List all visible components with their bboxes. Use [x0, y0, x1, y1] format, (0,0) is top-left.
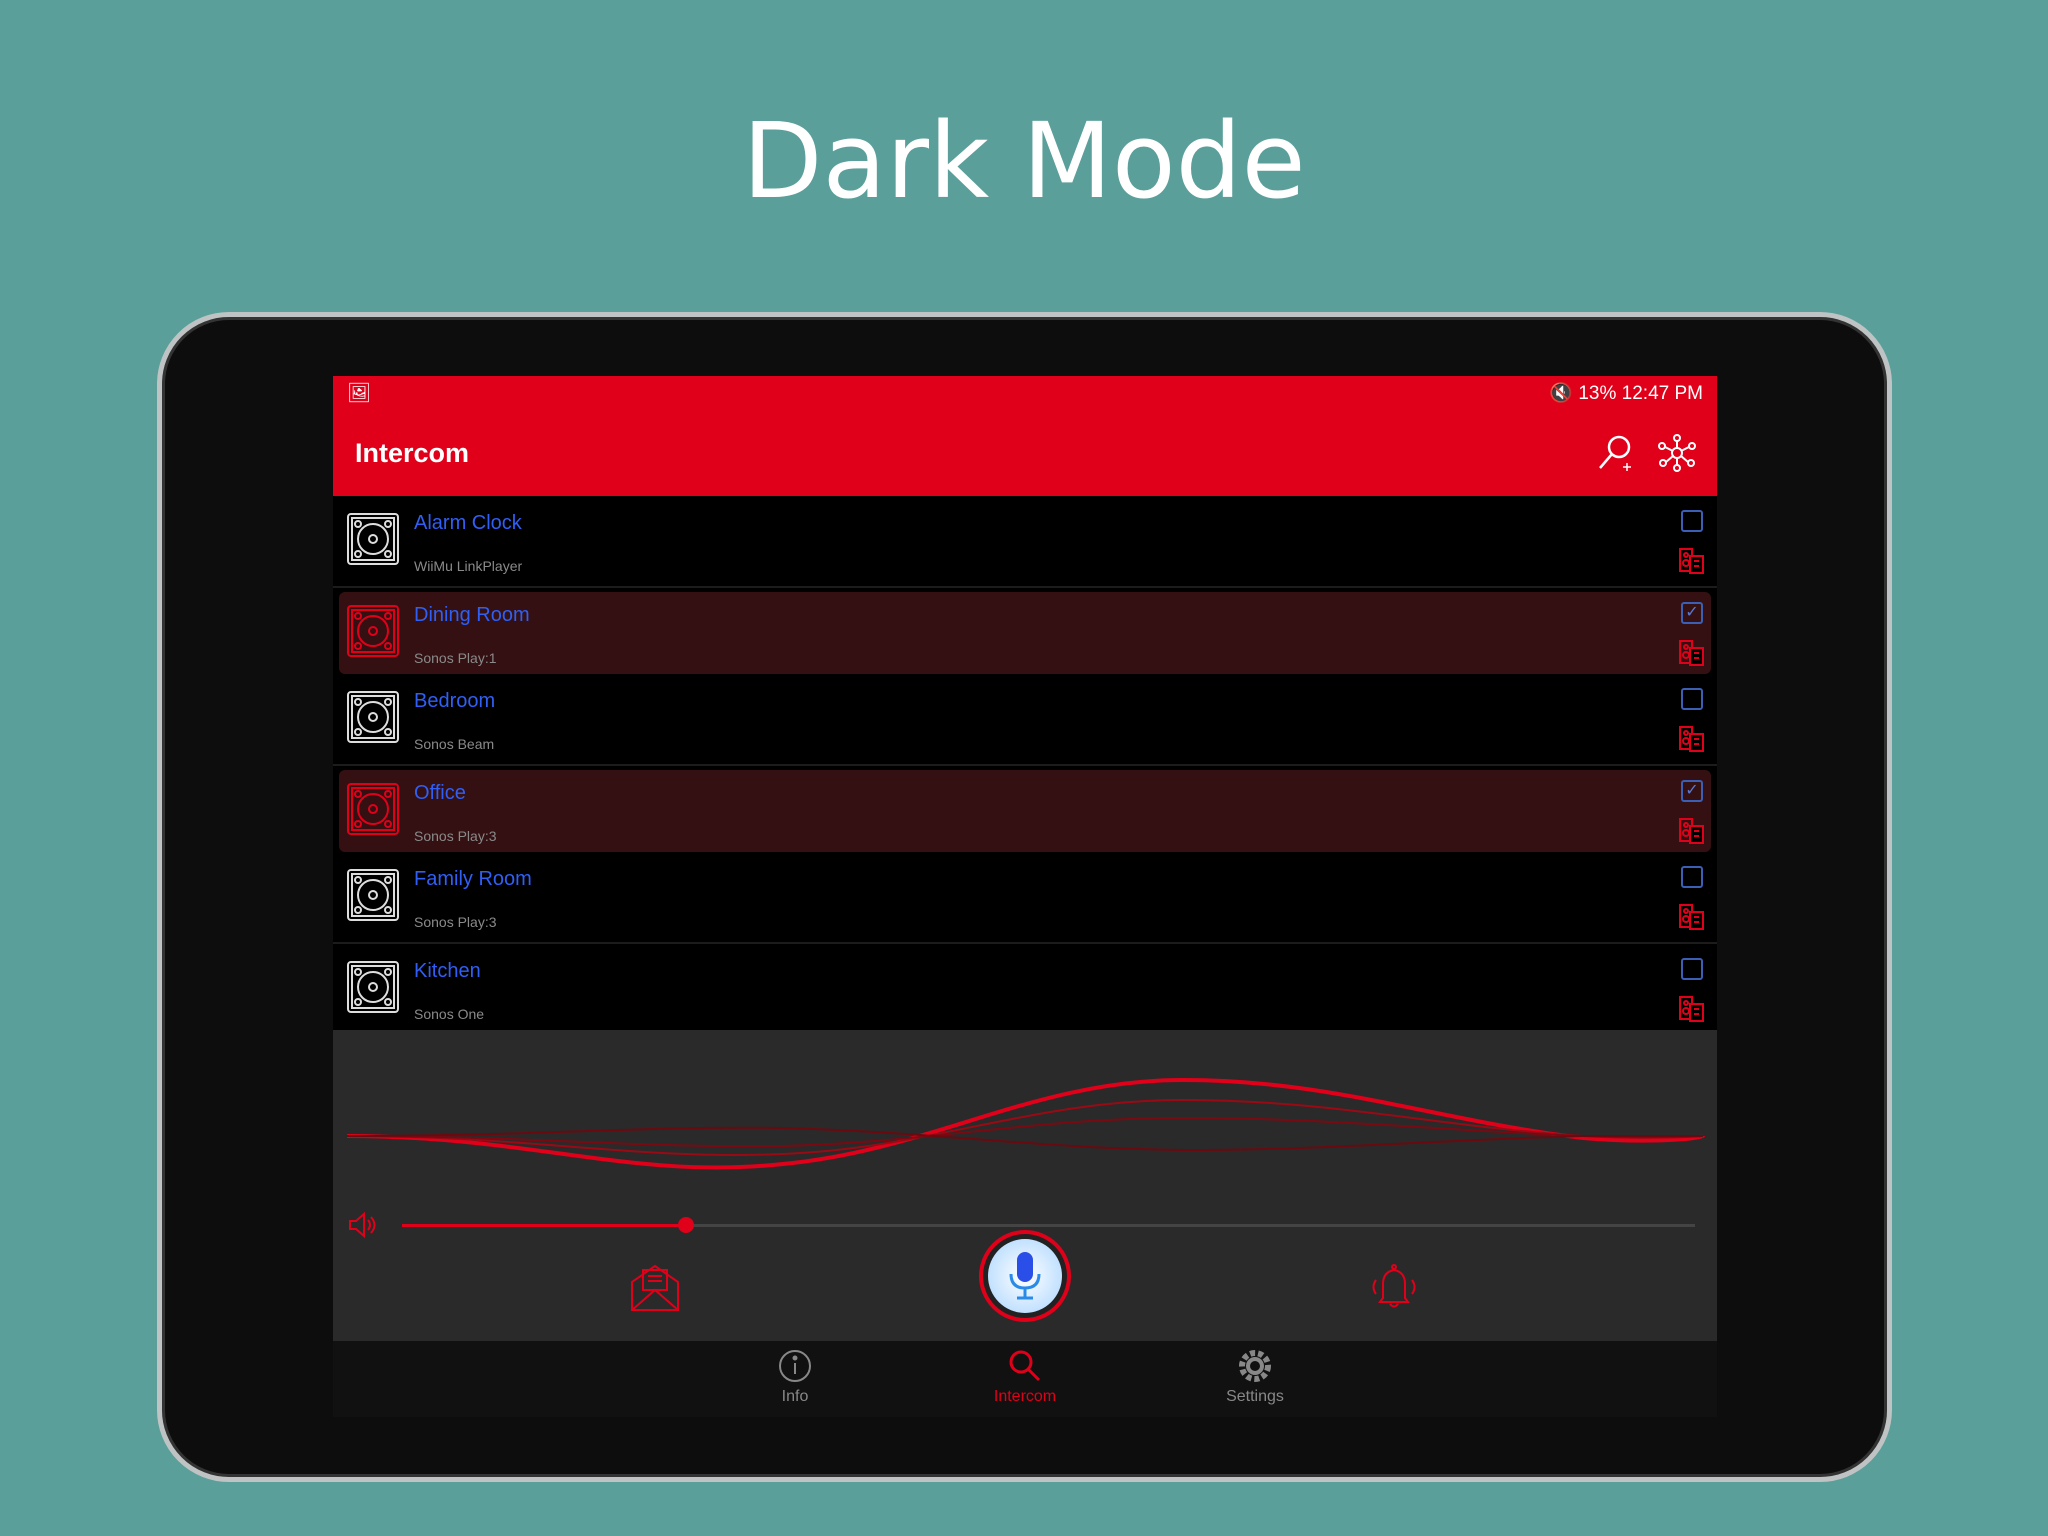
device-model: Sonos One [414, 1006, 485, 1022]
info-icon [778, 1349, 812, 1388]
image-notification-icon: 🖼 [347, 383, 372, 404]
device-name: Alarm Clock [414, 512, 522, 534]
app-screen: 🖼 🔇 13% 12:47 PM Intercom Alarm Clock Wi… [333, 376, 1717, 1417]
page-title: Intercom [355, 437, 470, 468]
device-checkbox[interactable]: ✓ [1681, 602, 1703, 624]
speaker-icon [347, 605, 399, 657]
tab-label: Intercom [993, 1388, 1057, 1405]
tab-intercom[interactable]: Intercom [985, 1349, 1065, 1417]
volume-icon [349, 1211, 376, 1239]
group-speakers-icon[interactable] [1679, 904, 1705, 935]
speaker-icon [347, 783, 399, 835]
device-row[interactable]: Bedroom Sonos Beam [333, 674, 1717, 766]
clock: 12:47 PM [1621, 383, 1703, 404]
device-model: Sonos Play:3 [414, 828, 497, 844]
device-row[interactable]: Office Sonos Play:3 ✓ [339, 770, 1711, 852]
device-row[interactable]: Kitchen Sonos One [333, 944, 1717, 1030]
device-model: Sonos Play:3 [414, 914, 497, 930]
volume-slider-thumb[interactable] [678, 1217, 695, 1233]
battery-level: 13% [1578, 383, 1617, 404]
toolbar: Intercom [333, 410, 1717, 496]
bottom-nav: Info Intercom Settings [333, 1341, 1717, 1417]
tab-info[interactable]: Info [755, 1349, 835, 1417]
device-checkbox[interactable] [1681, 688, 1703, 710]
volume-slider[interactable] [402, 1217, 1695, 1233]
microphone-icon [1009, 1252, 1041, 1300]
headline: Dark Mode [742, 100, 1306, 222]
group-speakers-icon[interactable] [1679, 726, 1705, 757]
speaker-icon [347, 691, 399, 743]
device-checkbox[interactable] [1681, 510, 1703, 532]
group-speakers-icon[interactable] [1679, 640, 1705, 671]
device-model: Sonos Play:1 [414, 650, 497, 666]
speaker-icon [347, 869, 399, 921]
tab-settings[interactable]: Settings [1215, 1349, 1295, 1417]
device-name: Kitchen [414, 960, 481, 982]
device-row[interactable]: Dining Room Sonos Play:1 ✓ [339, 592, 1711, 674]
bell-icon[interactable] [1369, 1262, 1419, 1312]
device-checkbox[interactable] [1681, 958, 1703, 980]
status-bar: 🖼 🔇 13% 12:47 PM [333, 376, 1717, 410]
device-name: Family Room [414, 868, 532, 890]
search-icon [1008, 1349, 1042, 1388]
device-checkbox[interactable]: ✓ [1681, 780, 1703, 802]
device-row[interactable]: Alarm Clock WiiMu LinkPlayer [333, 496, 1717, 588]
device-row[interactable]: Family Room Sonos Play:3 [333, 852, 1717, 944]
waveform [346, 1077, 1705, 1170]
speaker-icon [347, 513, 399, 565]
device-list: Alarm Clock WiiMu LinkPlayer Dining Room… [333, 496, 1717, 1030]
device-name: Bedroom [414, 690, 496, 712]
device-name: Office [414, 782, 466, 804]
tab-label: Settings [1226, 1388, 1284, 1405]
device-name: Dining Room [414, 604, 530, 626]
search-add-icon[interactable] [1595, 433, 1635, 473]
device-model: WiiMu LinkPlayer [414, 558, 523, 574]
message-icon[interactable] [630, 1262, 680, 1312]
device-model: Sonos Beam [414, 736, 495, 752]
group-speakers-icon[interactable] [1679, 548, 1705, 579]
group-speakers-icon[interactable] [1679, 996, 1705, 1027]
microphone-button[interactable] [979, 1230, 1071, 1322]
tab-label: Info [781, 1388, 809, 1405]
speaker-icon [347, 961, 399, 1013]
control-panel [333, 1030, 1717, 1341]
gear-icon [1238, 1349, 1272, 1388]
group-speakers-icon[interactable] [1679, 818, 1705, 849]
device-checkbox[interactable] [1681, 866, 1703, 888]
network-icon[interactable] [1657, 433, 1697, 473]
